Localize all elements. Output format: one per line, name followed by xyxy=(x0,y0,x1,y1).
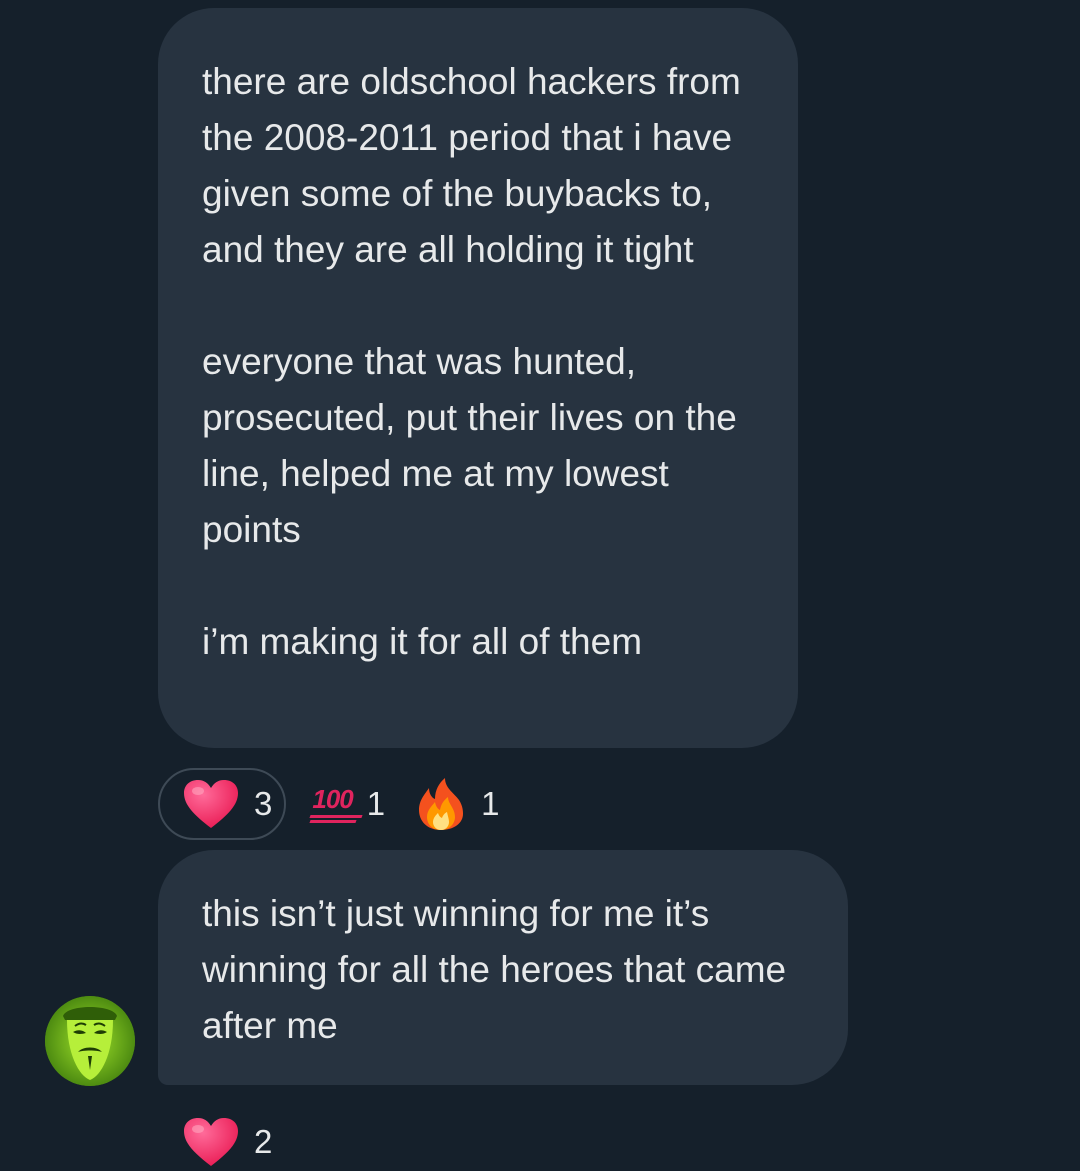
reaction-count: 3 xyxy=(254,785,273,822)
heart-emoji-icon xyxy=(182,1116,240,1168)
guy-fawkes-mask-icon xyxy=(45,996,135,1086)
reactions-bar: 2 xyxy=(182,1114,302,1170)
fire-emoji-icon xyxy=(415,776,467,832)
hundred-points-emoji-icon: 100 xyxy=(312,786,353,822)
avatar[interactable] xyxy=(45,996,135,1086)
reaction-heart[interactable]: 3 xyxy=(158,768,287,840)
reaction-count: 2 xyxy=(254,1123,273,1160)
reaction-hundred-points[interactable]: 100 1 xyxy=(312,768,385,840)
reaction-count: 1 xyxy=(481,785,500,822)
message-bubble[interactable]: this isn’t just winning for me it’s winn… xyxy=(158,850,848,1085)
reaction-count: 1 xyxy=(366,785,386,822)
reaction-heart[interactable]: 2 xyxy=(182,1114,272,1170)
message-bubble[interactable]: there are oldschool hackers from the 200… xyxy=(158,8,798,748)
hundred-points-text: 100 xyxy=(312,786,353,822)
message-paragraph: everyone that was hunted, prosecuted, pu… xyxy=(202,341,737,550)
heart-emoji-icon xyxy=(182,778,240,830)
message-paragraph: there are oldschool hackers from the 200… xyxy=(202,61,741,270)
reaction-fire[interactable]: 1 xyxy=(415,768,499,840)
message-paragraph: this isn’t just winning for me it’s winn… xyxy=(202,893,787,1046)
message-paragraph: i’m making it for all of them xyxy=(202,621,643,662)
reactions-bar: 3 100 1 1 xyxy=(158,768,529,840)
